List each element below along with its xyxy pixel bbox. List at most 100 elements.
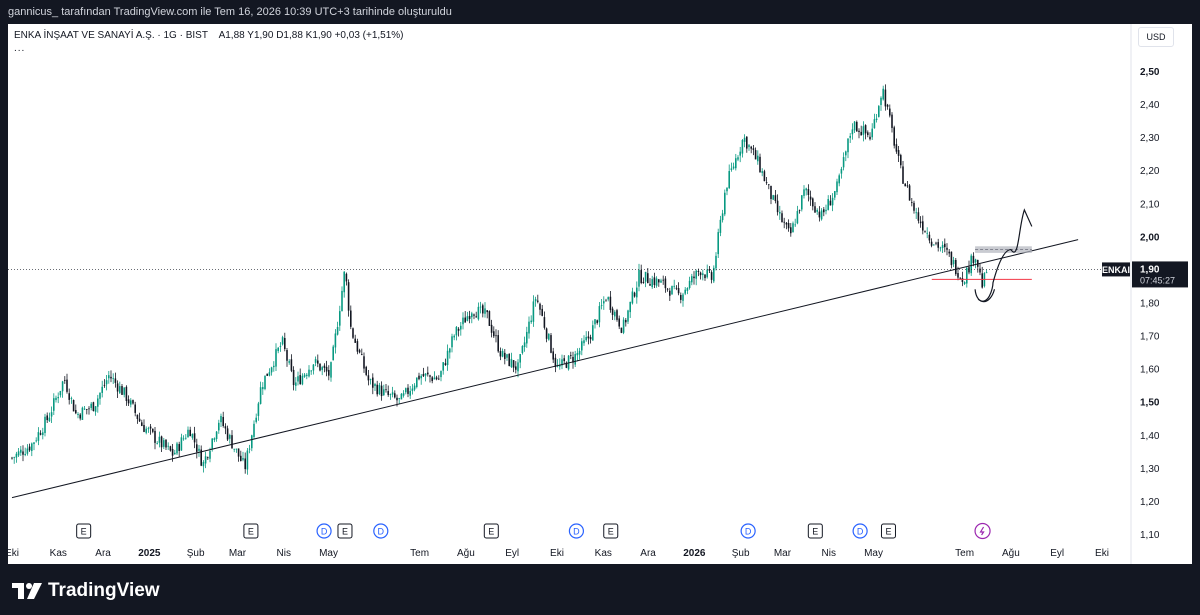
candle-body (455, 326, 458, 336)
y-tick-label: 1,30 (1140, 464, 1160, 475)
candle-body (240, 455, 242, 461)
candle-body (748, 145, 750, 147)
candle-body (842, 157, 845, 168)
candle-body (112, 378, 114, 380)
more-indicator[interactable]: ... (14, 43, 404, 54)
candle-up (526, 326, 528, 348)
candle-up (926, 227, 928, 239)
earnings-badge: E (243, 523, 259, 539)
candle-body (380, 385, 383, 397)
candle-body (867, 132, 869, 136)
chart-panel[interactable]: 2,50 2,40 2,30 2,20 2,10 2,00 1,90 1,80 1,70 1,60… (8, 24, 1192, 564)
y-tick-label: 2,00 (1140, 232, 1160, 243)
candle-body (699, 272, 702, 276)
candle-down (152, 428, 154, 434)
candle-down (752, 145, 755, 156)
candle-body (402, 393, 405, 396)
candle-body (906, 185, 909, 187)
candle-body (231, 435, 233, 449)
candle-body (506, 354, 508, 358)
candle-body (204, 456, 207, 464)
candle-up (732, 162, 735, 170)
candle-body (196, 444, 198, 452)
candle-body (669, 290, 671, 296)
candle-up (130, 398, 132, 408)
candle-up (259, 381, 262, 405)
candle-body (677, 288, 680, 294)
candle-body (156, 443, 158, 445)
candle-body (101, 386, 103, 393)
candle-down (515, 361, 517, 374)
dividend-badge: D (568, 523, 585, 539)
candle-body (389, 394, 392, 395)
candle-body (224, 426, 227, 429)
candle-body (686, 288, 689, 291)
candle-down (785, 221, 788, 230)
candle-down (240, 450, 242, 462)
candle-down (160, 435, 163, 452)
candle-body (64, 379, 66, 381)
candle-down (570, 351, 572, 360)
candle-up (757, 150, 759, 165)
candle-body (955, 259, 957, 275)
candle-body (407, 387, 409, 394)
candle-body (244, 458, 246, 470)
candle-down (928, 231, 931, 244)
candle-body (625, 320, 627, 323)
candle-body (160, 436, 163, 448)
candle-down (427, 366, 429, 377)
candle-up (334, 329, 337, 354)
candle-body (787, 222, 790, 229)
tradingview-brand[interactable]: TradingView (12, 580, 160, 602)
candle-up (15, 451, 18, 463)
candle-down (367, 369, 370, 386)
candle-up (532, 295, 535, 327)
candle-body (400, 393, 403, 400)
candle-down (867, 130, 869, 138)
candle-up (622, 317, 625, 335)
candle-body (332, 346, 334, 361)
candle-up (321, 365, 323, 376)
candle-up (741, 139, 744, 158)
candle-up (185, 434, 187, 440)
candle-body (488, 311, 491, 326)
candle-body (719, 219, 722, 233)
dividend-badge-label: D (321, 527, 328, 537)
footer: TradingView (0, 564, 1200, 615)
candle-down (178, 441, 180, 458)
candle-up (105, 374, 108, 391)
candle-up (37, 427, 40, 446)
candle-up (101, 380, 103, 398)
candle-body (279, 345, 282, 347)
candle-body (77, 414, 79, 415)
currency-button[interactable]: USD (1138, 27, 1174, 47)
earnings-badge-label: E (342, 527, 348, 537)
candle-body (68, 393, 70, 400)
price-chart[interactable]: 2,50 2,40 2,30 2,20 2,10 2,00 1,90 1,80 1,70 1,60… (8, 24, 1192, 564)
candle-body (739, 151, 741, 156)
candle-up (312, 364, 315, 375)
candle-up (440, 370, 442, 382)
candle-up (411, 384, 414, 395)
candle-down (774, 189, 777, 204)
candle-down (116, 380, 119, 399)
candle-down (125, 385, 128, 406)
candle-down (906, 181, 909, 188)
candle-body (446, 350, 449, 366)
candle-body (396, 397, 398, 401)
candle-body (860, 131, 862, 136)
candle-body (574, 354, 576, 365)
candle-up (521, 345, 524, 355)
candle-down (358, 348, 361, 354)
candle-body (812, 198, 814, 207)
candle-body (655, 278, 658, 286)
candle-down (431, 376, 433, 384)
candle-up (840, 166, 843, 179)
candle-down (693, 271, 695, 285)
candle-down (618, 315, 620, 330)
x-tick-label: Eki (1095, 548, 1109, 559)
candle-body (37, 432, 40, 441)
candle-body (592, 325, 594, 341)
candle-down (908, 184, 911, 201)
candle-down (754, 147, 757, 160)
